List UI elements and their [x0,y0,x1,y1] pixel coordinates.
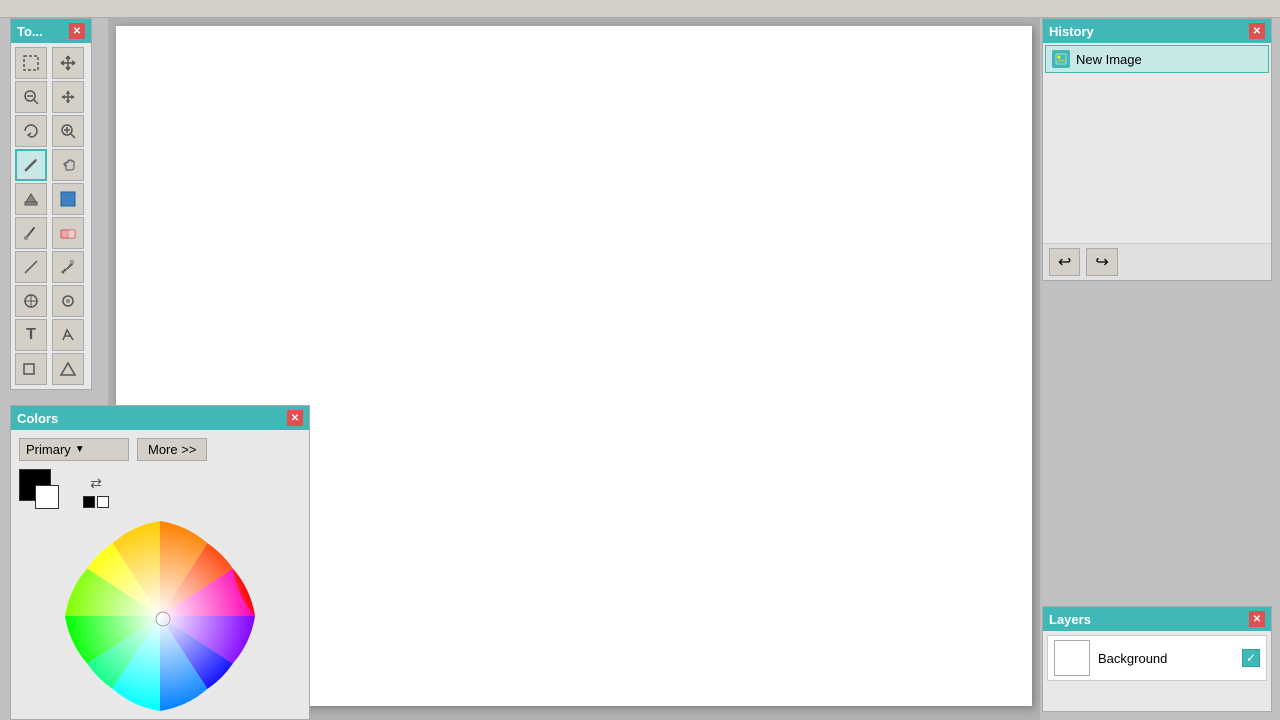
layers-body: Background ✓ [1043,631,1271,711]
history-header: History ✕ [1043,19,1271,43]
tool-zoom-in[interactable] [52,115,84,147]
toolbar-panel: To... ✕ [10,18,92,390]
tools-grid: T [11,43,91,389]
primary-dropdown[interactable]: Primary ▼ [19,438,129,461]
tool-heal[interactable] [52,285,84,317]
undo-button[interactable]: ↩ [1049,248,1080,276]
reset-foreground-icon[interactable] [83,496,95,508]
color-wheel[interactable] [65,521,255,711]
toolbar-title: To... [17,24,43,39]
layer-visibility-check[interactable]: ✓ [1242,649,1260,667]
tool-rotate[interactable] [15,115,47,147]
tool-shape1[interactable] [15,353,47,385]
tool-move2[interactable] [52,81,84,113]
colors-header: Colors ✕ [11,406,309,430]
tool-zoom-out[interactable] [15,81,47,113]
dropdown-arrow-icon: ▼ [75,444,85,455]
tool-fill[interactable] [15,183,47,215]
history-title: History [1049,24,1094,39]
history-panel: History ✕ New Image ↩ ↪ [1042,18,1272,281]
colors-top-row: Primary ▼ More >> [19,438,301,461]
history-footer: ↩ ↪ [1043,243,1271,280]
layers-header: Layers ✕ [1043,607,1271,631]
primary-dropdown-label: Primary [26,442,71,457]
tool-shape2[interactable] [52,353,84,385]
tool-rect-select[interactable] [52,183,84,215]
tool-clone[interactable] [15,285,47,317]
colors-panel: Colors ✕ Primary ▼ More >> ⇄ [10,405,310,720]
tool-brush[interactable] [15,217,47,249]
history-body: New Image [1043,43,1271,243]
new-image-icon [1052,50,1070,68]
colors-title: Colors [17,411,58,426]
tool-line[interactable] [15,251,47,283]
reset-background-icon[interactable] [97,496,109,508]
colors-body: Primary ▼ More >> ⇄ [11,430,309,719]
tool-pencil[interactable] [15,149,47,181]
colors-close-button[interactable]: ✕ [287,410,303,426]
toolbar-close-button[interactable]: ✕ [69,23,85,39]
more-button[interactable]: More >> [137,438,207,461]
tool-eraser[interactable] [52,217,84,249]
history-item-label: New Image [1076,52,1142,67]
layer-thumbnail [1054,640,1090,676]
layer-background[interactable]: Background ✓ [1047,635,1267,681]
top-bar [0,0,1280,18]
history-item-new-image[interactable]: New Image [1045,45,1269,73]
secondary-color-swatch[interactable] [35,485,59,509]
tool-text[interactable]: T [15,319,47,351]
tool-move[interactable] [52,47,84,79]
color-swatches-row: ⇄ [19,469,301,513]
tool-path[interactable] [52,319,84,351]
tool-select[interactable] [15,47,47,79]
swap-colors-icon[interactable]: ⇄ [90,475,102,492]
tool-eyedropper[interactable] [52,251,84,283]
history-close-button[interactable]: ✕ [1249,23,1265,39]
redo-button[interactable]: ↪ [1086,248,1117,276]
layers-panel: Layers ✕ Background ✓ [1042,606,1272,712]
tool-hand[interactable] [52,149,84,181]
layer-name: Background [1098,651,1242,666]
layers-title: Layers [1049,612,1091,627]
color-wheel-container[interactable] [19,521,301,711]
layers-close-button[interactable]: ✕ [1249,611,1265,627]
toolbar-header: To... ✕ [11,19,91,43]
